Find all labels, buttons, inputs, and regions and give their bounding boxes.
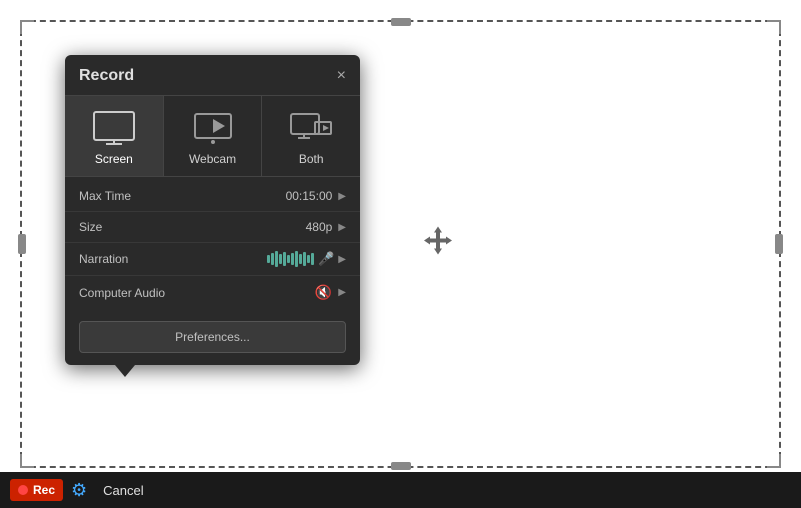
bar-8: [295, 251, 298, 267]
corner-bl: [20, 454, 34, 468]
handle-top[interactable]: [391, 18, 411, 26]
close-button[interactable]: ×: [337, 68, 346, 84]
computer-audio-row[interactable]: Computer Audio 🔇 ▶: [65, 276, 360, 309]
size-row[interactable]: Size 480p ▶: [65, 212, 360, 243]
source-webcam[interactable]: Webcam: [164, 96, 263, 176]
max-time-row[interactable]: Max Time 00:15:00 ▶: [65, 181, 360, 212]
both-label: Both: [299, 152, 324, 166]
size-chevron: ▶: [338, 222, 346, 233]
dialog-header: Record ×: [65, 55, 360, 95]
webcam-icon: [191, 110, 235, 146]
source-both[interactable]: Both: [262, 96, 360, 176]
bar-7: [291, 253, 294, 265]
bar-9: [299, 254, 302, 264]
webcam-label: Webcam: [189, 152, 236, 166]
bar-2: [271, 253, 274, 265]
cancel-button[interactable]: Cancel: [95, 479, 151, 502]
source-selector: Screen Webcam Both: [65, 95, 360, 177]
speaker-muted-icon: 🔇: [315, 284, 332, 301]
size-label: Size: [79, 220, 306, 234]
bar-5: [283, 252, 286, 266]
mic-icon: 🎤: [318, 251, 334, 267]
source-screen[interactable]: Screen: [65, 96, 164, 176]
bar-10: [303, 252, 306, 266]
narration-row[interactable]: Narration 🎤 ▶: [65, 243, 360, 276]
bar-1: [267, 255, 270, 263]
bar-6: [287, 255, 290, 263]
screen-label: Screen: [95, 152, 133, 166]
bottom-toolbar: Rec ⚙ Cancel: [0, 472, 801, 508]
corner-tl: [20, 20, 34, 34]
dialog-title: Record: [79, 67, 134, 85]
rec-dot: [18, 485, 28, 495]
max-time-chevron: ▶: [338, 191, 346, 202]
preferences-button[interactable]: Preferences...: [79, 321, 346, 353]
both-icon: [289, 110, 333, 146]
narration-bars: [267, 251, 314, 267]
settings-section: Max Time 00:15:00 ▶ Size 480p ▶ Narratio…: [65, 177, 360, 313]
handle-bottom[interactable]: [391, 462, 411, 470]
computer-audio-label: Computer Audio: [79, 286, 315, 300]
handle-right[interactable]: [775, 234, 783, 254]
narration-chevron: ▶: [338, 254, 346, 265]
handle-left[interactable]: [18, 234, 26, 254]
move-icon[interactable]: [422, 225, 454, 264]
max-time-label: Max Time: [79, 189, 286, 203]
rec-label: Rec: [33, 483, 55, 497]
audio-chevron: ▶: [338, 287, 346, 298]
gear-button[interactable]: ⚙: [67, 478, 91, 503]
rec-button[interactable]: Rec: [10, 479, 63, 501]
max-time-value: 00:15:00: [286, 189, 333, 203]
bar-3: [275, 251, 278, 267]
bar-4: [279, 254, 282, 264]
screen-icon: [92, 110, 136, 146]
corner-br: [767, 454, 781, 468]
record-dialog: Record × Screen Webcam: [65, 55, 360, 365]
bar-12: [311, 253, 314, 265]
narration-label: Narration: [79, 252, 267, 266]
corner-tr: [767, 20, 781, 34]
bar-11: [307, 255, 310, 263]
size-value: 480p: [306, 220, 333, 234]
